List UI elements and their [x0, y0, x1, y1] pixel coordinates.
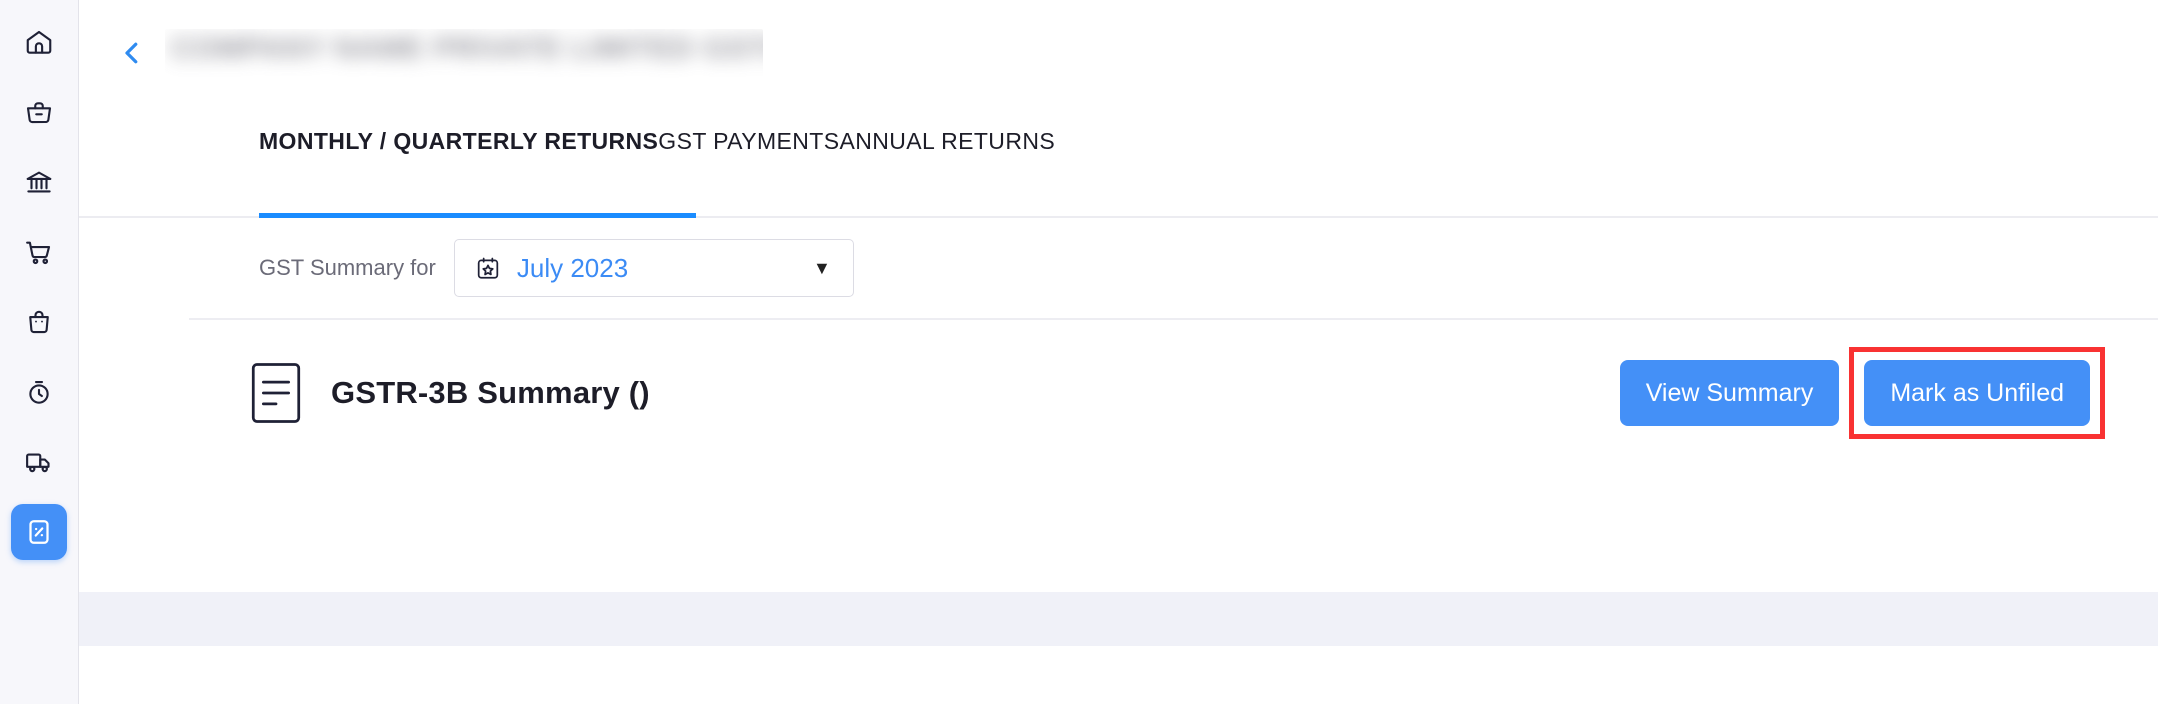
- chevron-down-icon: ▼: [813, 258, 831, 278]
- stopwatch-icon: [24, 377, 54, 407]
- return-actions: View Summary Mark as Unfiled: [1619, 347, 2105, 439]
- shopping-cart-icon: [24, 237, 54, 267]
- return-summary-row: GSTR-3B Summary () View Summary Mark as …: [79, 320, 2158, 466]
- chevron-left-icon: [117, 38, 147, 73]
- mark-as-unfiled-highlight: Mark as Unfiled: [1849, 347, 2105, 439]
- document-lines-icon: [249, 362, 303, 424]
- home-icon: [24, 27, 54, 57]
- sidebar: [0, 0, 79, 704]
- sidebar-item-purchases[interactable]: [11, 84, 67, 140]
- sidebar-item-shipping[interactable]: [11, 434, 67, 490]
- page-header: COMPANY NAME PRIVATE LIMITED GSTIN 29AB: [79, 0, 2158, 110]
- sidebar-item-banking[interactable]: [11, 154, 67, 210]
- page-title-text: COMPANY NAME PRIVATE LIMITED GSTIN 29AB: [171, 32, 763, 65]
- tab-monthly-quarterly-returns[interactable]: MONTHLY / QUARTERLY RETURNS: [259, 128, 658, 195]
- tax-percent-icon: [24, 517, 54, 547]
- briefcase-icon: [24, 97, 54, 127]
- table-highlight-band: [79, 592, 2158, 646]
- sidebar-item-home[interactable]: [11, 14, 67, 70]
- sidebar-item-sales[interactable]: [11, 224, 67, 280]
- tab-label: ANNUAL RETURNS: [839, 128, 1056, 154]
- tab-label: GST PAYMENTS: [658, 128, 840, 154]
- calendar-star-icon: [475, 255, 501, 281]
- back-button[interactable]: [115, 38, 149, 72]
- tab-gst-payments[interactable]: GST PAYMENTS: [658, 128, 839, 195]
- tab-bar: MONTHLY / QUARTERLY RETURNS GST PAYMENTS…: [79, 110, 2158, 218]
- page-title-redacted: COMPANY NAME PRIVATE LIMITED GSTIN 29AB: [165, 29, 763, 81]
- sidebar-item-gst[interactable]: [11, 504, 67, 560]
- shopping-bag-icon: [24, 307, 54, 337]
- period-select-value: July 2023: [516, 252, 629, 283]
- period-select[interactable]: July 2023 ▼: [453, 239, 854, 297]
- main-content: COMPANY NAME PRIVATE LIMITED GSTIN 29AB …: [79, 0, 2158, 704]
- view-summary-button[interactable]: View Summary: [1619, 360, 1840, 426]
- truck-icon: [24, 447, 54, 477]
- period-selector-row: GST Summary for July 2023 ▼: [79, 218, 2158, 318]
- period-selector-label: GST Summary for: [259, 255, 436, 280]
- tab-annual-returns[interactable]: ANNUAL RETURNS: [839, 128, 1055, 195]
- sidebar-item-inventory[interactable]: [11, 294, 67, 350]
- sidebar-item-timesheet[interactable]: [11, 364, 67, 420]
- return-title: GSTR-3B Summary (): [331, 375, 650, 410]
- app-window: COMPANY NAME PRIVATE LIMITED GSTIN 29AB …: [0, 0, 2158, 704]
- mark-as-unfiled-button[interactable]: Mark as Unfiled: [1864, 360, 2090, 426]
- bank-icon: [24, 167, 54, 197]
- tab-label: MONTHLY / QUARTERLY RETURNS: [259, 128, 659, 154]
